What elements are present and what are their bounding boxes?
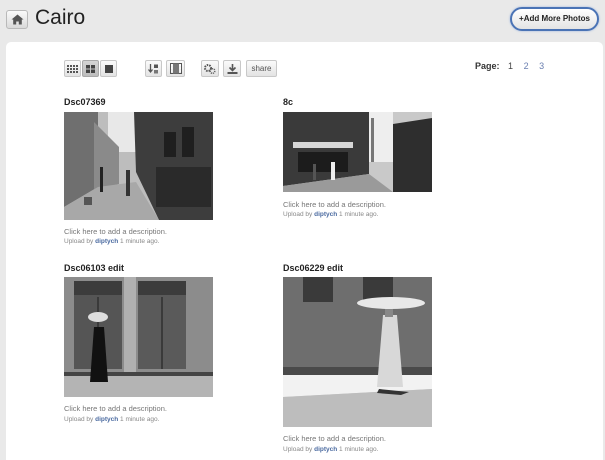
- home-icon: [11, 14, 23, 25]
- settings-icon: [204, 63, 216, 74]
- upload-info: Upload by diptych 1 minute ago.: [283, 446, 378, 453]
- upload-time: 1 minute ago.: [339, 446, 379, 453]
- page-link-3[interactable]: 3: [539, 61, 544, 71]
- photo-thumbnail[interactable]: [283, 112, 432, 192]
- upload-info: Upload by diptych 1 minute ago.: [64, 238, 159, 245]
- sort-button[interactable]: [145, 60, 162, 77]
- bread-carrier-photo: [283, 277, 432, 427]
- pager: Page: 1 2 3: [475, 61, 552, 71]
- photo-description[interactable]: Click here to add a description.: [64, 227, 167, 236]
- download-icon: [227, 63, 237, 74]
- large-view-button[interactable]: [100, 60, 117, 77]
- photo-description[interactable]: Click here to add a description.: [283, 200, 386, 209]
- add-more-photos-button[interactable]: +Add More Photos: [510, 7, 599, 31]
- upload-info: Upload by diptych 1 minute ago.: [64, 416, 159, 423]
- upload-prefix: Upload by: [283, 446, 313, 453]
- filmstrip-icon: [169, 63, 182, 74]
- upload-time: 1 minute ago.: [120, 238, 160, 245]
- page-link-2[interactable]: 2: [524, 61, 529, 71]
- medium-grid-view-button[interactable]: [82, 60, 99, 77]
- upload-time: 1 minute ago.: [339, 211, 379, 218]
- photo-thumbnail[interactable]: [64, 112, 213, 220]
- sort-icon: [148, 63, 158, 73]
- street-photo-2: [283, 112, 432, 192]
- photo-description[interactable]: Click here to add a description.: [64, 404, 167, 413]
- upload-time: 1 minute ago.: [120, 416, 160, 423]
- photo-description[interactable]: Click here to add a description.: [283, 434, 386, 443]
- doorway-photo: [64, 277, 213, 397]
- upload-prefix: Upload by: [283, 211, 313, 218]
- small-grid-view-button[interactable]: [64, 60, 81, 77]
- uploader-link[interactable]: diptych: [95, 416, 118, 423]
- uploader-link[interactable]: diptych: [95, 238, 118, 245]
- app-header: Cairo +Add More Photos: [0, 0, 605, 40]
- home-button[interactable]: [6, 10, 28, 29]
- download-button[interactable]: [223, 60, 241, 77]
- upload-prefix: Upload by: [64, 416, 94, 423]
- filmstrip-button[interactable]: [166, 60, 185, 77]
- photo-title[interactable]: Dsc06229 edit: [283, 263, 343, 273]
- street-photo-1: [64, 112, 213, 220]
- album-title: Cairo: [35, 6, 86, 29]
- uploader-link[interactable]: diptych: [314, 446, 337, 453]
- large-view-icon: [104, 64, 113, 73]
- photo-thumbnail[interactable]: [64, 277, 213, 397]
- photo-title[interactable]: Dsc07369: [64, 97, 106, 107]
- upload-info: Upload by diptych 1 minute ago.: [283, 211, 378, 218]
- medium-grid-icon: [86, 64, 95, 73]
- photo-thumbnail[interactable]: [283, 277, 432, 427]
- share-button[interactable]: share: [246, 60, 277, 77]
- pager-label: Page:: [475, 61, 500, 71]
- upload-prefix: Upload by: [64, 238, 94, 245]
- uploader-link[interactable]: diptych: [314, 211, 337, 218]
- settings-button[interactable]: [201, 60, 219, 77]
- small-grid-icon: [67, 64, 78, 73]
- page-link-1[interactable]: 1: [508, 61, 513, 71]
- photo-title[interactable]: Dsc06103 edit: [64, 263, 124, 273]
- photo-title[interactable]: 8c: [283, 97, 293, 107]
